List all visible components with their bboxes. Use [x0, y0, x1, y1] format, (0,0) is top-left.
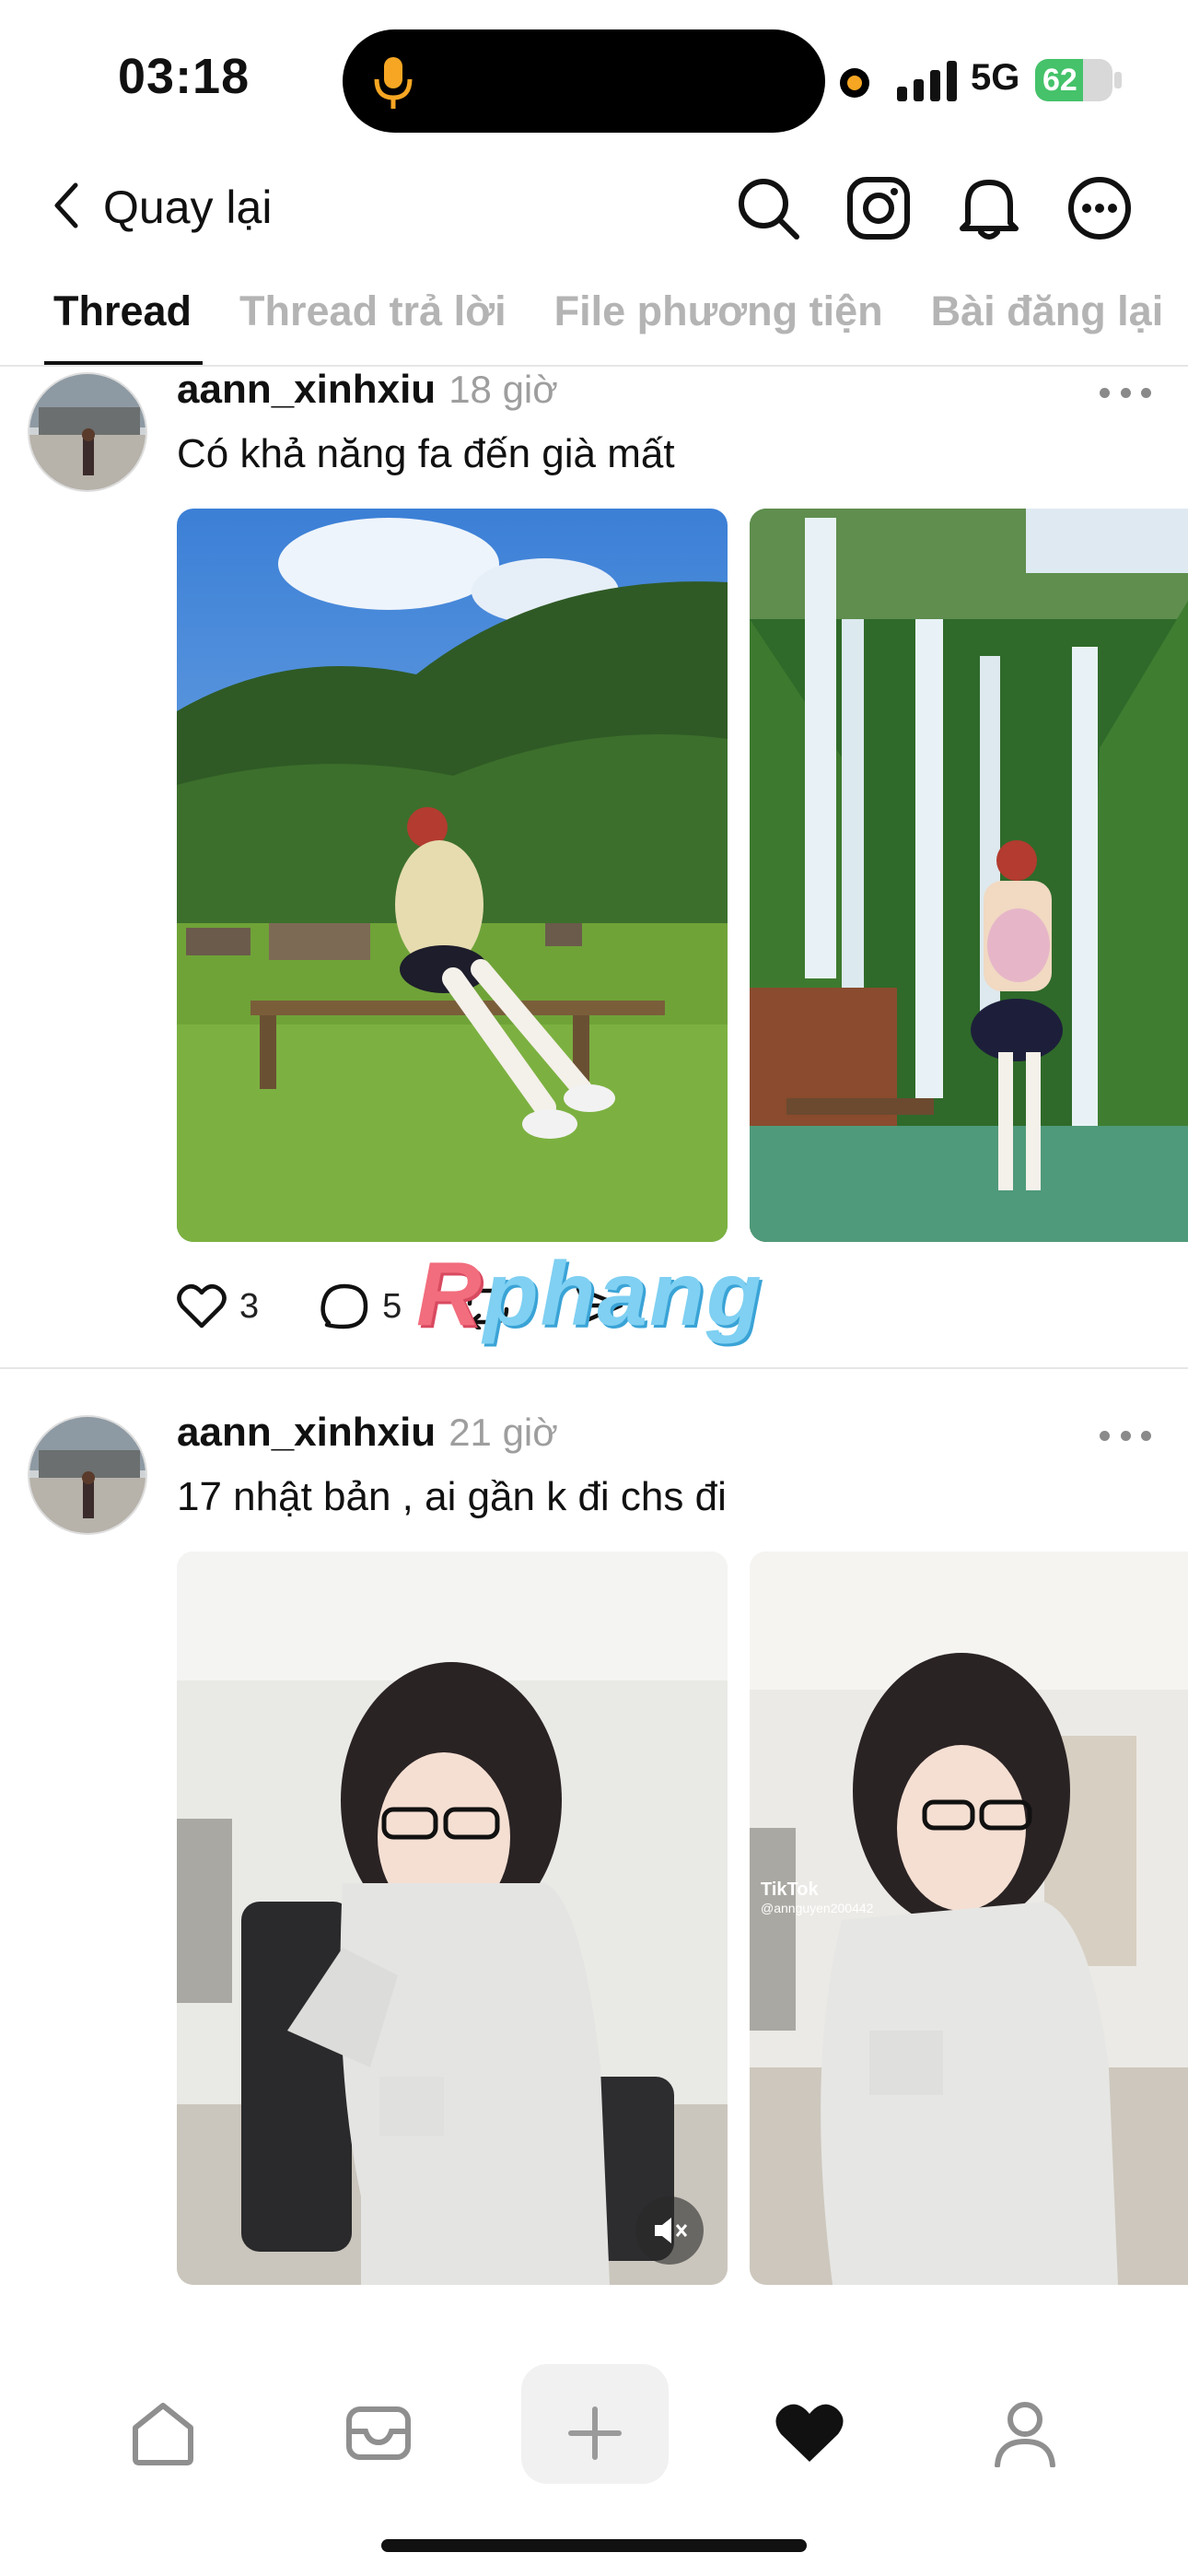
post-video[interactable] — [750, 1551, 1188, 2285]
mute-icon[interactable] — [635, 2196, 704, 2265]
inbox-icon[interactable] — [328, 2383, 429, 2484]
tiktok-handle: @annguyen200442 — [761, 1901, 874, 1915]
tiktok-watermark: TikTok @annguyen200442 — [761, 1879, 873, 1915]
like-count: 3 — [239, 1286, 260, 1326]
post-header: aann_xinhxiu 18 giờ — [177, 367, 558, 413]
battery-level: 62 — [1042, 63, 1077, 98]
cellular-signal-icon — [897, 61, 958, 106]
post-time: 21 giờ — [448, 1411, 558, 1454]
chevron-left-icon — [52, 181, 79, 234]
instagram-icon[interactable] — [844, 173, 914, 243]
battery-nub — [1114, 72, 1122, 88]
post-time: 18 giờ — [448, 368, 558, 411]
profile-icon[interactable] — [974, 2383, 1076, 2484]
watermark-logo-part1: R — [416, 1243, 483, 1344]
watermark-logo: Rphang — [416, 1242, 763, 1346]
reply-count: 5 — [382, 1286, 402, 1326]
activity-heart-icon[interactable] — [759, 2383, 860, 2484]
search-icon[interactable] — [733, 173, 803, 243]
tab-thread-replies[interactable]: Thread trả lời — [239, 287, 507, 335]
post-username[interactable]: aann_xinhxiu — [177, 367, 436, 412]
home-icon[interactable] — [112, 2383, 214, 2484]
tab-thread[interactable]: Thread — [53, 287, 192, 335]
post-video[interactable] — [177, 1551, 728, 2285]
privacy-indicator-icon — [840, 68, 869, 98]
battery-icon: 62 — [1035, 59, 1112, 101]
more-options-icon[interactable] — [1065, 173, 1135, 243]
microphone-icon — [370, 53, 416, 119]
post-divider — [0, 1367, 1188, 1369]
post-username[interactable]: aann_xinhxiu — [177, 1410, 436, 1455]
avatar[interactable] — [28, 372, 147, 492]
tiktok-label: TikTok — [761, 1879, 819, 1900]
tab-media[interactable]: File phương tiện — [554, 287, 883, 335]
plus-icon — [544, 2383, 646, 2484]
back-label: Quay lại — [103, 181, 273, 233]
comment-icon — [320, 1283, 368, 1329]
post-more-icon[interactable] — [1100, 1426, 1151, 1445]
post-more-icon[interactable] — [1100, 383, 1151, 402]
post-image[interactable] — [750, 509, 1188, 1242]
tab-reposts[interactable]: Bài đăng lại — [931, 287, 1164, 335]
profile-tabs: Thread Thread trả lời File phương tiện B… — [53, 287, 1163, 335]
network-type: 5G — [971, 57, 1020, 98]
status-time: 03:18 — [118, 49, 250, 104]
post-caption: 17 nhật bản , ai gần k đi chs đi — [177, 1474, 727, 1519]
avatar[interactable] — [28, 1415, 147, 1535]
home-indicator — [381, 2539, 807, 2552]
notification-bell-icon[interactable] — [954, 173, 1024, 243]
post-image[interactable] — [177, 509, 728, 1242]
post-caption: Có khả năng fa đến già mất — [177, 431, 675, 476]
post-header: aann_xinhxiu 21 giờ — [177, 1410, 558, 1456]
like-button[interactable]: 3 — [177, 1283, 259, 1329]
heart-icon — [177, 1284, 227, 1329]
back-button[interactable]: Quay lại — [52, 181, 272, 234]
reply-button[interactable]: 5 — [320, 1282, 402, 1330]
watermark-logo-part2: phang — [483, 1243, 763, 1344]
